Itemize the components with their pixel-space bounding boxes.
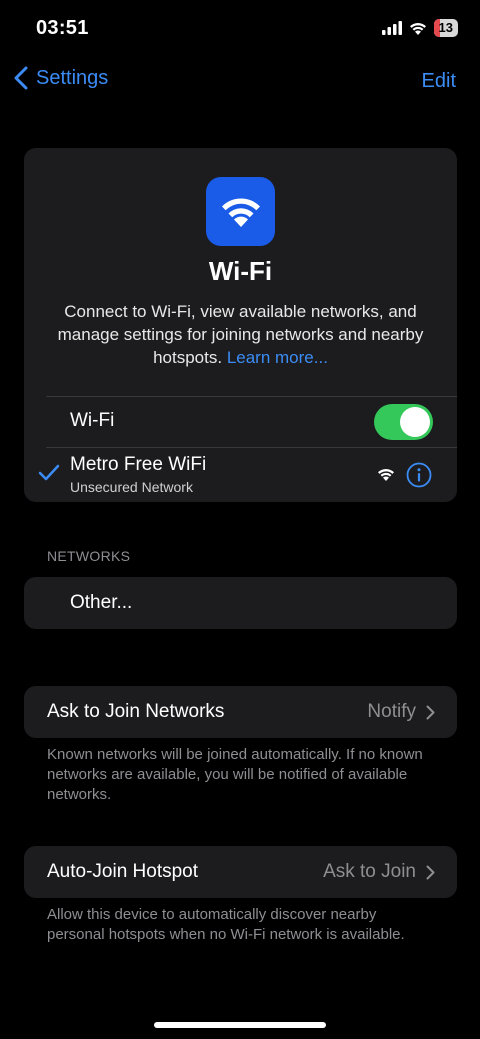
chevron-right-icon xyxy=(426,705,435,719)
ask-to-join-label: Ask to Join Networks xyxy=(47,701,225,722)
other-network-row[interactable]: Other... xyxy=(24,577,457,629)
auto-join-hotspot-footnote: Allow this device to automatically disco… xyxy=(47,906,405,943)
battery-icon: 13 xyxy=(433,19,458,37)
ask-to-join-value: Notify xyxy=(367,701,416,722)
ask-to-join-footnote: Known networks will be joined automatica… xyxy=(47,746,423,803)
auto-join-hotspot-label: Auto-Join Hotspot xyxy=(47,861,199,882)
ask-to-join-row[interactable]: Ask to Join Networks Notify xyxy=(24,686,457,738)
divider xyxy=(46,396,457,397)
auto-join-hotspot-value: Ask to Join xyxy=(323,861,416,882)
status-icons: 13 xyxy=(381,19,458,37)
wifi-icon xyxy=(409,22,426,35)
other-network-label: Other... xyxy=(70,592,133,613)
learn-more-link[interactable]: Learn more... xyxy=(227,348,328,367)
wifi-settings-screen: 03:51 13 Settings Edit Wi-Fi Connect to … xyxy=(0,0,480,1039)
checkmark-icon xyxy=(38,464,60,481)
battery-level: 13 xyxy=(438,20,453,35)
divider xyxy=(46,447,457,448)
networks-section-header: NETWORKS xyxy=(47,548,131,564)
auto-join-hotspot-value-group: Ask to Join xyxy=(323,861,435,883)
wifi-signal-icon xyxy=(378,469,394,481)
connected-network-security: Unsecured Network xyxy=(70,479,193,495)
wifi-description: Connect to Wi-Fi, view available network… xyxy=(38,300,443,369)
status-time: 03:51 xyxy=(36,17,89,39)
wifi-toggle-label: Wi-Fi xyxy=(70,410,115,431)
cellular-signal-icon xyxy=(381,21,402,35)
home-indicator[interactable] xyxy=(154,1022,326,1028)
wifi-info-card: Wi-Fi Connect to Wi-Fi, view available n… xyxy=(24,148,457,502)
ask-to-join-value-group: Notify xyxy=(367,701,435,723)
info-icon[interactable] xyxy=(406,462,432,488)
edit-button[interactable]: Edit xyxy=(422,70,456,93)
wifi-app-icon xyxy=(206,177,275,246)
connected-network-name[interactable]: Metro Free WiFi xyxy=(70,454,206,476)
chevron-right-icon xyxy=(426,865,435,879)
wifi-icon xyxy=(221,197,260,227)
chevron-left-icon xyxy=(14,66,28,90)
back-button[interactable]: Settings xyxy=(14,66,108,90)
wifi-toggle[interactable] xyxy=(374,404,433,440)
auto-join-hotspot-row[interactable]: Auto-Join Hotspot Ask to Join xyxy=(24,846,457,898)
page-title: Wi-Fi xyxy=(208,256,273,286)
back-label: Settings xyxy=(36,66,109,89)
